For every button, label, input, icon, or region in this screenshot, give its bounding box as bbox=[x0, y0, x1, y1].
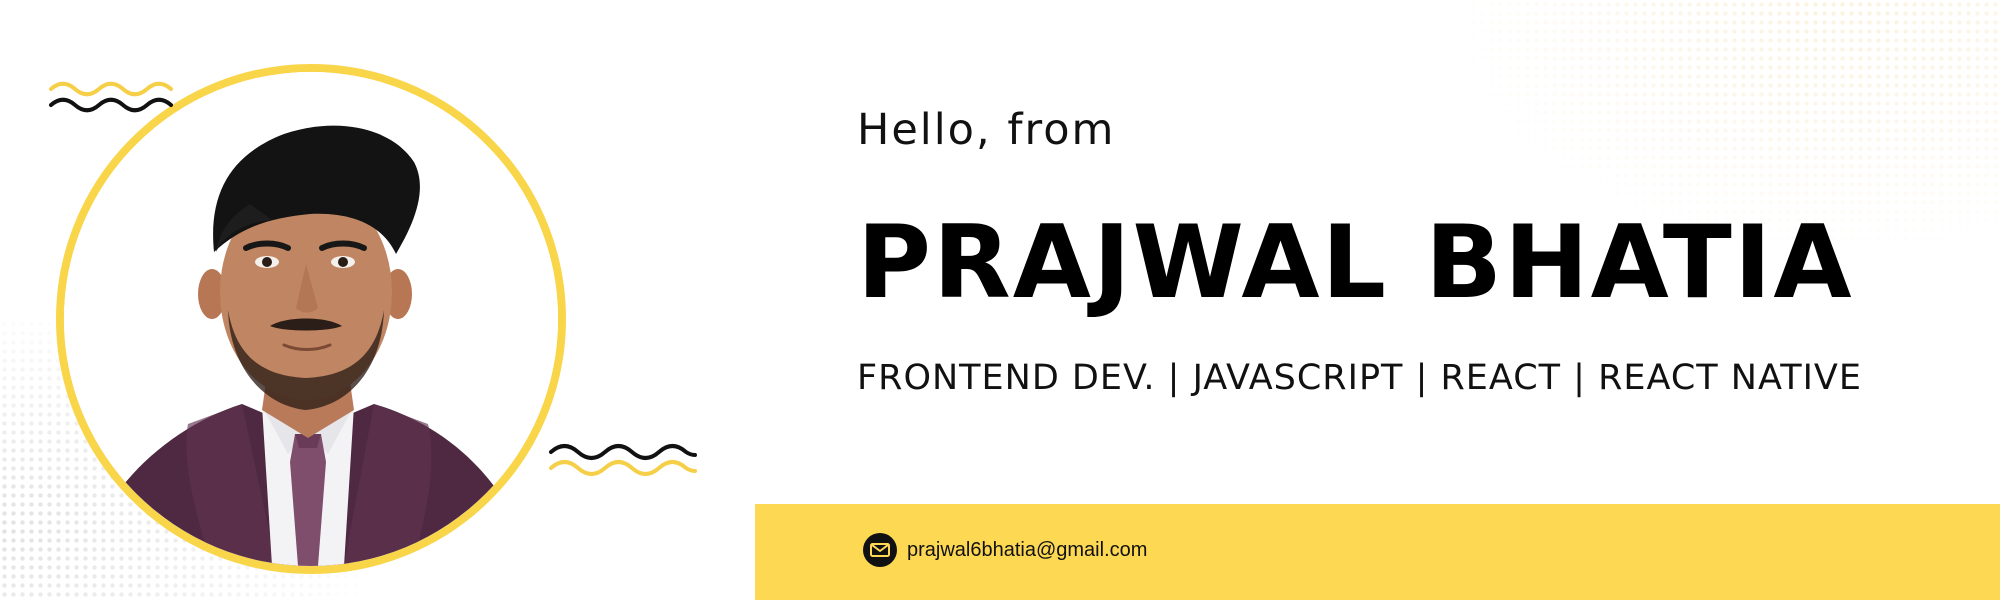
profile-name: PRAJWAL BHATIA bbox=[857, 203, 1854, 321]
email-contact: prajwal6bhatia@gmail.com bbox=[863, 532, 1147, 568]
squiggle-decoration-bottom-right bbox=[549, 444, 697, 476]
email-link[interactable]: prajwal6bhatia@gmail.com bbox=[907, 539, 1147, 562]
portrait-photo bbox=[64, 72, 558, 566]
greeting-text: Hello, from bbox=[857, 105, 1116, 155]
role-list: FRONTEND DEV. | JAVASCRIPT | REACT | REA… bbox=[857, 358, 1862, 398]
portrait bbox=[56, 64, 566, 574]
contact-bar: prajwal6bhatia@gmail.com bbox=[755, 504, 2000, 600]
profile-banner: Hello, from PRAJWAL BHATIA FRONTEND DEV.… bbox=[0, 0, 2000, 600]
squiggle-decoration-top-left bbox=[49, 81, 173, 113]
mail-icon bbox=[863, 533, 897, 567]
